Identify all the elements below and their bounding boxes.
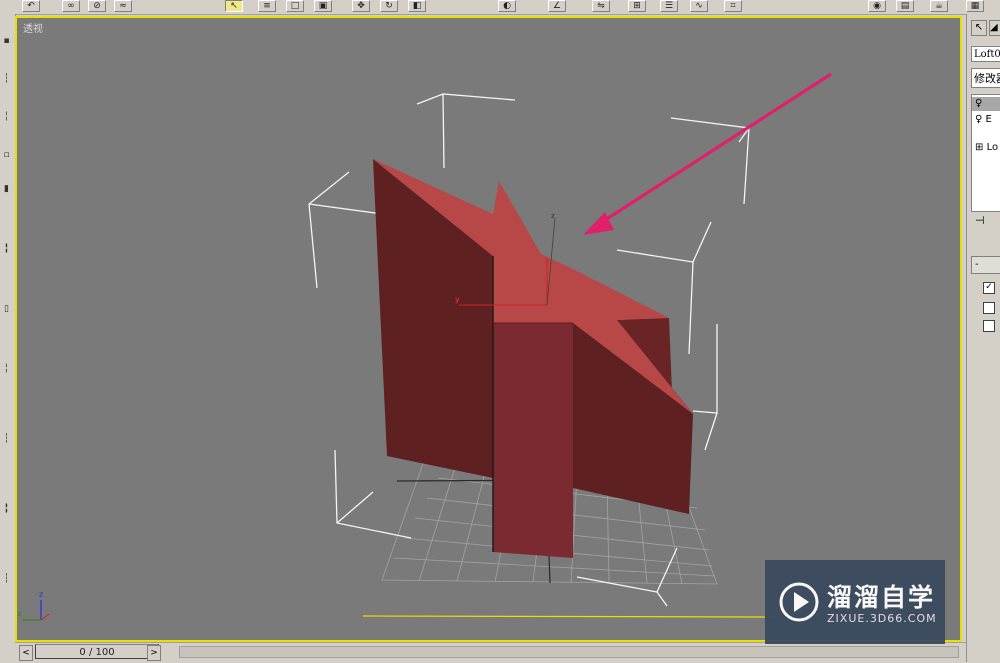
select-tool-icon[interactable]: ↖: [225, 0, 243, 12]
left-tool-strip: ▪ ┆ ╎ ▫ ▮ ╏ ▯ ╎ ┆ ╏ ┆: [0, 14, 16, 644]
stack-item[interactable]: ♀ E: [972, 113, 1000, 127]
bulb-icon[interactable]: ♀: [975, 114, 982, 125]
strip-icon[interactable]: ▯: [2, 304, 11, 315]
strip-icon[interactable]: ╏: [2, 504, 11, 515]
main-toolbar: ↶ ∞ ⊘ ≈ ↖ ≡ □ ▣ ✥ ↻ ◧ ◐ ∠ ⇋ ⊞ ☰ ∿ ⌗ ◉ ▤ …: [0, 0, 1000, 15]
panel-tab-icon[interactable]: ▦: [966, 0, 984, 12]
unlink-icon[interactable]: ⊘: [88, 0, 106, 12]
strip-icon[interactable]: ╎: [2, 112, 11, 123]
strip-icon[interactable]: ▫: [2, 150, 11, 161]
command-panel: ↖ ◢ Loft0 修改器 ♀ ♀ E ⊞ Lo ⊣ - ✓: [966, 14, 1000, 662]
watermark-logo: 溜溜自学 ZIXUE.3D66.COM: [765, 560, 945, 644]
gizmo-z-label: z: [551, 212, 555, 220]
checkbox[interactable]: [983, 320, 995, 332]
move-icon[interactable]: ✥: [352, 0, 370, 12]
angle-snap-icon[interactable]: ∠: [548, 0, 566, 12]
time-slider-bar: < 0 / 100 >: [15, 642, 966, 663]
next-frame-button[interactable]: >: [147, 645, 161, 661]
strip-icon[interactable]: ▪: [2, 36, 11, 47]
strip-icon[interactable]: ┆: [2, 434, 11, 445]
strip-icon[interactable]: ┆: [2, 574, 11, 585]
rect-select-icon[interactable]: □: [286, 0, 304, 12]
rotate-icon[interactable]: ↻: [380, 0, 398, 12]
world-axis-tripod: z x: [17, 590, 50, 621]
render-setup-icon[interactable]: ▤: [896, 0, 914, 12]
rollout-header[interactable]: -: [971, 256, 1000, 274]
link-icon[interactable]: ∞: [62, 0, 80, 12]
gizmo-y-label: y: [455, 295, 460, 304]
stack-item[interactable]: ⊞ Lo: [972, 141, 1000, 155]
scale-icon[interactable]: ◧: [408, 0, 426, 12]
watermark-url: ZIXUE.3D66.COM: [827, 612, 937, 625]
tripod-z-label: z: [39, 590, 43, 599]
modifier-list-dropdown[interactable]: 修改器: [971, 68, 1000, 88]
mirror-icon[interactable]: ⇋: [592, 0, 610, 12]
snap-icon[interactable]: ◐: [498, 0, 516, 12]
render-icon[interactable]: ☕: [930, 0, 948, 12]
play-logo-icon: [779, 582, 819, 622]
curve-editor-icon[interactable]: ∿: [690, 0, 708, 12]
bind-icon[interactable]: ≈: [114, 0, 132, 12]
strip-icon[interactable]: ╎: [2, 364, 11, 375]
bulb-icon[interactable]: ♀: [975, 98, 982, 109]
layer-icon[interactable]: ☰: [660, 0, 678, 12]
plus-icon[interactable]: ⊞: [975, 142, 983, 153]
strip-icon[interactable]: ▮: [2, 184, 11, 195]
viewport-guide-line: [362, 615, 778, 618]
perspective-viewport[interactable]: 透视 y z z x: [15, 16, 962, 642]
modifier-stack: ♀ ♀ E ⊞ Lo: [971, 94, 1000, 212]
pin-stack-icon[interactable]: ⊣: [975, 214, 985, 227]
stack-item[interactable]: ♀: [972, 97, 1000, 111]
tripod-x-label: x: [17, 609, 22, 618]
annotation-arrow: [583, 72, 832, 235]
viewport-scene: y z z x: [17, 72, 832, 621]
watermark-title: 溜溜自学: [827, 583, 936, 612]
undo-icon[interactable]: ↶: [22, 0, 40, 12]
checkbox[interactable]: [983, 302, 995, 314]
checkbox-checked[interactable]: ✓: [983, 282, 995, 294]
strip-icon[interactable]: ╏: [2, 244, 11, 255]
prev-frame-button[interactable]: <: [19, 645, 33, 661]
star-side-front: [493, 323, 573, 558]
schematic-icon[interactable]: ⌗: [724, 0, 742, 12]
select-by-name-icon[interactable]: ≡: [258, 0, 276, 12]
material-editor-icon[interactable]: ◉: [868, 0, 886, 12]
strip-icon[interactable]: ┆: [2, 74, 11, 85]
modify-tab-icon[interactable]: ◢: [989, 20, 1000, 36]
align-icon[interactable]: ⊞: [628, 0, 646, 12]
object-name-field[interactable]: Loft0: [971, 46, 1000, 62]
window-crossing-icon[interactable]: ▣: [314, 0, 332, 12]
star-loft-object: [373, 159, 693, 558]
create-tab-icon[interactable]: ↖: [971, 20, 987, 36]
timeline-track[interactable]: [179, 646, 959, 658]
time-slider[interactable]: 0 / 100: [35, 644, 159, 659]
